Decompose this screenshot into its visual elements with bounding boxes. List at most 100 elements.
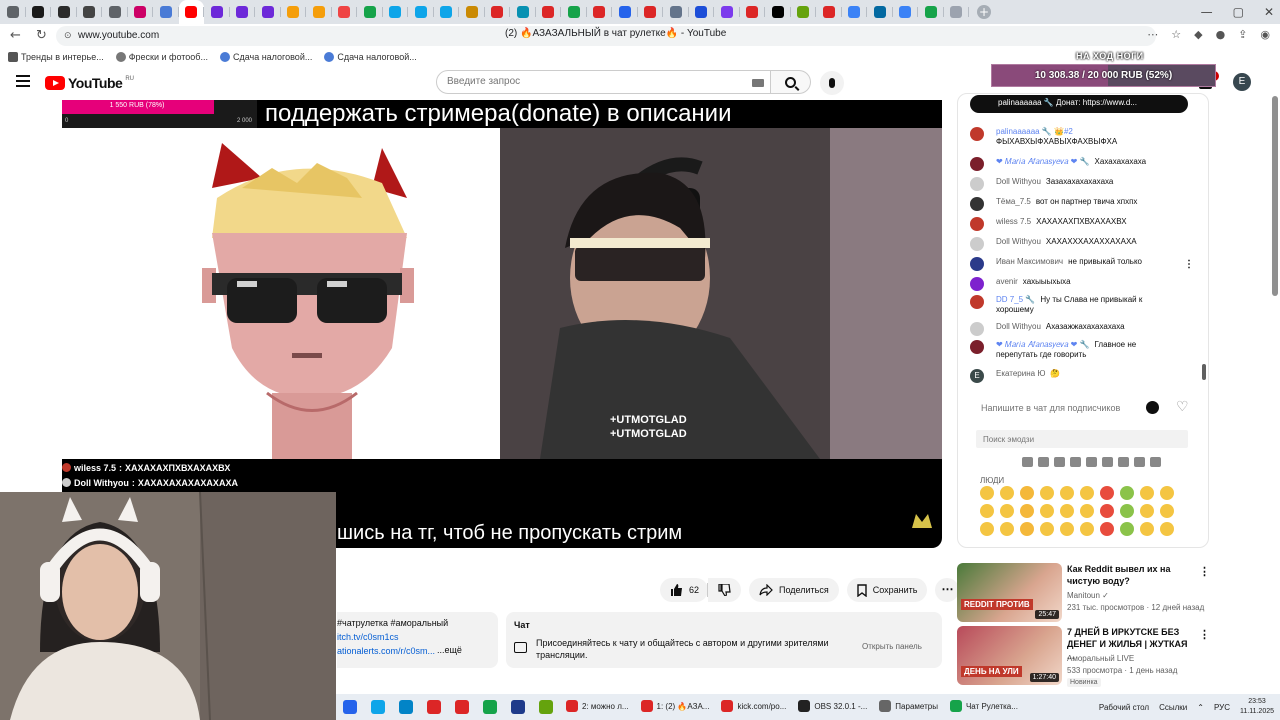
extension-icon[interactable]: ● [1216, 28, 1226, 41]
chat-author-name[interactable]: avenir [996, 277, 1018, 286]
new-tab-button[interactable]: + [977, 5, 991, 19]
browser-tab[interactable] [663, 0, 689, 24]
chat-message[interactable]: Doll Withyou ХАХАХХХАХАХХАХАХА [970, 237, 1180, 251]
description-more-link[interactable]: ...ещё [437, 645, 462, 655]
emoji-item[interactable] [1100, 522, 1114, 536]
chat-author-name[interactable]: ❤ 𝑀𝑎𝑟𝑖𝑎 𝐴𝑓𝑎𝑛𝑎𝑠𝑦𝑒𝑣𝑎 ❤ 🔧 [996, 157, 1090, 166]
browser-tab[interactable] [383, 0, 408, 24]
emoji-item[interactable] [1000, 504, 1014, 518]
emoji-category-icon[interactable] [1086, 457, 1097, 467]
browser-tab[interactable] [77, 0, 102, 24]
close-icon[interactable]: ✕ [1264, 5, 1274, 19]
browser-tab[interactable] [918, 0, 944, 24]
emoji-item[interactable] [1100, 504, 1114, 518]
browser-tab[interactable] [434, 0, 459, 24]
taskbar-window-button[interactable]: Параметры [873, 694, 944, 720]
emoji-item[interactable] [1160, 504, 1174, 518]
emoji-item[interactable] [1140, 522, 1154, 536]
desktop-toolbar[interactable]: Рабочий стол [1099, 703, 1149, 712]
browser-tab[interactable] [765, 0, 791, 24]
browser-tab[interactable] [459, 0, 485, 24]
emoji-item[interactable] [1100, 486, 1114, 500]
video-title[interactable]: Как Reddit вывел их на чистую воду? [1067, 563, 1192, 587]
chat-message[interactable]: DD 7_5 🔧 Ну ты Слава не привыкай к хороше… [970, 295, 1180, 315]
browser-tab[interactable] [51, 0, 77, 24]
emoji-item[interactable] [980, 504, 994, 518]
chat-scrollbar[interactable] [1202, 364, 1206, 380]
chat-author-avatar[interactable] [970, 340, 984, 354]
browser-tab[interactable] [867, 0, 893, 24]
recommended-video[interactable]: REDDIT ПРОТИВ 25:47 Как Reddit вывел их … [957, 563, 1217, 623]
emoji-item[interactable] [1020, 504, 1034, 518]
browser-tab[interactable] [204, 0, 230, 24]
taskbar-window-button[interactable]: OBS 32.0.1 -... [792, 694, 873, 720]
emoji-item[interactable] [1080, 522, 1094, 536]
bookmark-item[interactable]: Тренды в интерье... [8, 52, 104, 62]
taskbar-window-button[interactable]: Чат Рулетка... [944, 694, 1024, 720]
search-button[interactable] [771, 70, 811, 94]
message-more-icon[interactable]: ⋮ [1184, 259, 1194, 270]
chat-message[interactable]: ❤ 𝑀𝑎𝑟𝑖𝑎 𝐴𝑓𝑎𝑛𝑎𝑠𝑦𝑒𝑣𝑎 ❤ 🔧 Хахахахахаха [970, 157, 1180, 171]
taskbar-app-icon[interactable] [343, 700, 357, 714]
voice-search-button[interactable] [820, 71, 844, 95]
taskbar-window-button[interactable]: 2: можно л... [560, 694, 635, 720]
chat-author-name[interactable]: wiless 7.5 [996, 217, 1031, 226]
chat-message[interactable]: avenir хахыыыхыха [970, 277, 1180, 291]
video-more-icon[interactable]: ⋮ [1199, 628, 1210, 641]
browser-tab[interactable] [842, 0, 867, 24]
emoji-item[interactable] [1060, 486, 1074, 500]
emoji-category-icon[interactable] [1038, 457, 1049, 467]
browser-tab[interactable] [816, 0, 842, 24]
emoji-item[interactable] [980, 522, 994, 536]
browser-tab[interactable] [536, 0, 561, 24]
bookmark-item[interactable]: Сдача налоговой... [324, 52, 417, 62]
browser-tab[interactable] [408, 0, 434, 24]
chat-author-avatar[interactable] [970, 277, 984, 291]
taskbar-app-icon[interactable] [371, 700, 385, 714]
chat-message[interactable]: wiless 7.5 ХАХАХАХПХВХАХАХВХ [970, 217, 1180, 231]
chat-author-avatar[interactable] [970, 217, 984, 231]
chat-author-avatar[interactable] [970, 295, 984, 309]
channel-name[interactable]: Аморальный LIVE [1067, 654, 1134, 663]
emoji-category-icon[interactable] [1054, 457, 1065, 467]
emoji-item[interactable] [1160, 522, 1174, 536]
youtube-logo[interactable]: YouTube RU [45, 75, 134, 91]
account-avatar[interactable]: E [1233, 73, 1251, 91]
browser-tab[interactable] [0, 0, 26, 24]
taskbar-app-icon[interactable] [427, 700, 441, 714]
bookmark-item[interactable]: Сдача налоговой... [219, 52, 312, 62]
search-input[interactable] [447, 76, 737, 87]
browser-tab[interactable] [485, 0, 510, 24]
chat-author-name[interactable]: DD 7_5 🔧 [996, 295, 1035, 304]
maximize-icon[interactable]: ▢ [1233, 5, 1244, 19]
clock[interactable]: 23:53 11.11.2025 [1240, 697, 1274, 717]
chat-author-name[interactable]: Doll Withyou [996, 237, 1041, 246]
chat-author-avatar[interactable] [970, 177, 984, 191]
taskbar-app-icon[interactable] [483, 700, 497, 714]
browser-tab[interactable] [689, 0, 714, 24]
emoji-item[interactable] [1040, 522, 1054, 536]
emoji-category-icon[interactable] [1118, 457, 1129, 467]
recommended-video[interactable]: ДЕНЬ НА УЛИ 1:27:40 7 ДНЕЙ В ИРКУТСКЕ БЕ… [957, 626, 1217, 690]
reload-icon[interactable]: ↻ [36, 28, 47, 43]
links-toolbar[interactable]: Ссылки [1159, 703, 1187, 712]
emoji-item[interactable] [1040, 486, 1054, 500]
chat-author-name[interactable]: Екатерина Ю [996, 369, 1045, 378]
chat-author-name[interactable]: ❤ 𝑀𝑎𝑟𝑖𝑎 𝐴𝑓𝑎𝑛𝑎𝑠𝑦𝑒𝑣𝑎 ❤ 🔧 [996, 340, 1090, 349]
chat-author-name[interactable]: Тёма_7.5 [996, 197, 1031, 206]
chat-author-avatar[interactable] [970, 127, 984, 141]
share-button[interactable]: Поделиться [749, 578, 839, 602]
language-indicator[interactable]: РУС [1214, 703, 1230, 712]
like-button[interactable]: 62 [660, 578, 709, 602]
chat-author-name[interactable]: palinaaaaaa 🔧 👑#2 [996, 127, 1112, 137]
browser-tab[interactable] [26, 0, 51, 24]
emoji-item[interactable] [1000, 486, 1014, 500]
video-thumbnail[interactable]: REDDIT ПРОТИВ 25:47 [957, 563, 1062, 622]
more-icon[interactable]: ⋯ [1147, 28, 1158, 41]
profile-icon[interactable]: ◉ [1260, 28, 1270, 41]
emoji-item[interactable] [1040, 504, 1054, 518]
chat-message[interactable]: Doll Withyou Зазахахахахахаха [970, 177, 1180, 191]
bookmark-star-icon[interactable]: ☆ [1171, 28, 1181, 41]
emoji-item[interactable] [1120, 522, 1134, 536]
emoji-item[interactable] [1000, 522, 1014, 536]
